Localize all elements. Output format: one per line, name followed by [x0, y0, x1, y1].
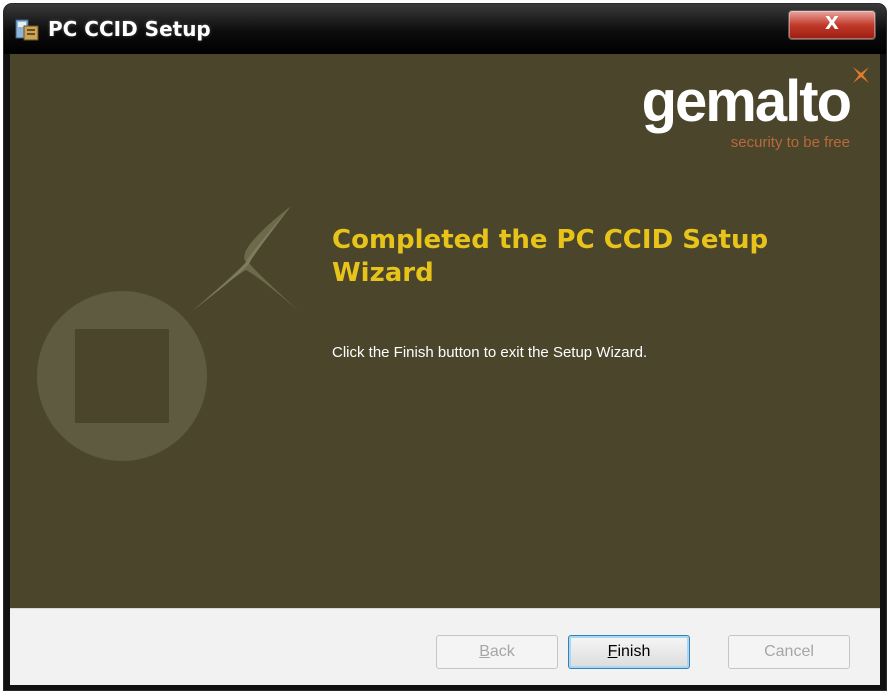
back-accesskey: B: [479, 643, 490, 660]
window-title: PC CCID Setup: [48, 17, 211, 41]
button-bar: Back Finish Cancel: [10, 608, 880, 685]
logo-tagline: security to be free: [730, 134, 850, 151]
gemalto-star-icon: [853, 67, 869, 83]
decorative-graphic: [37, 206, 300, 461]
back-button[interactable]: Back: [436, 635, 558, 669]
close-icon: X: [825, 13, 839, 34]
installer-icon: [15, 19, 39, 41]
finish-button[interactable]: Finish: [568, 635, 690, 669]
back-label-rest: ack: [489, 643, 515, 660]
wizard-heading: Completed the PC CCID Setup Wizard: [332, 225, 769, 288]
cancel-label: Cancel: [764, 643, 814, 660]
gemalto-logo: gemalto: [641, 69, 852, 134]
setup-window: PC CCID Setup X gemalto security to be f…: [4, 4, 886, 690]
title-bar[interactable]: PC CCID Setup X: [4, 4, 886, 54]
finish-label-rest: inish: [617, 643, 651, 660]
cancel-button[interactable]: Cancel: [728, 635, 850, 669]
close-button[interactable]: X: [788, 10, 876, 40]
wizard-message: Click the Finish button to exit the Setu…: [332, 344, 648, 361]
wizard-banner: gemalto security to be free Completed th…: [10, 54, 880, 608]
finish-accesskey: F: [607, 643, 618, 660]
